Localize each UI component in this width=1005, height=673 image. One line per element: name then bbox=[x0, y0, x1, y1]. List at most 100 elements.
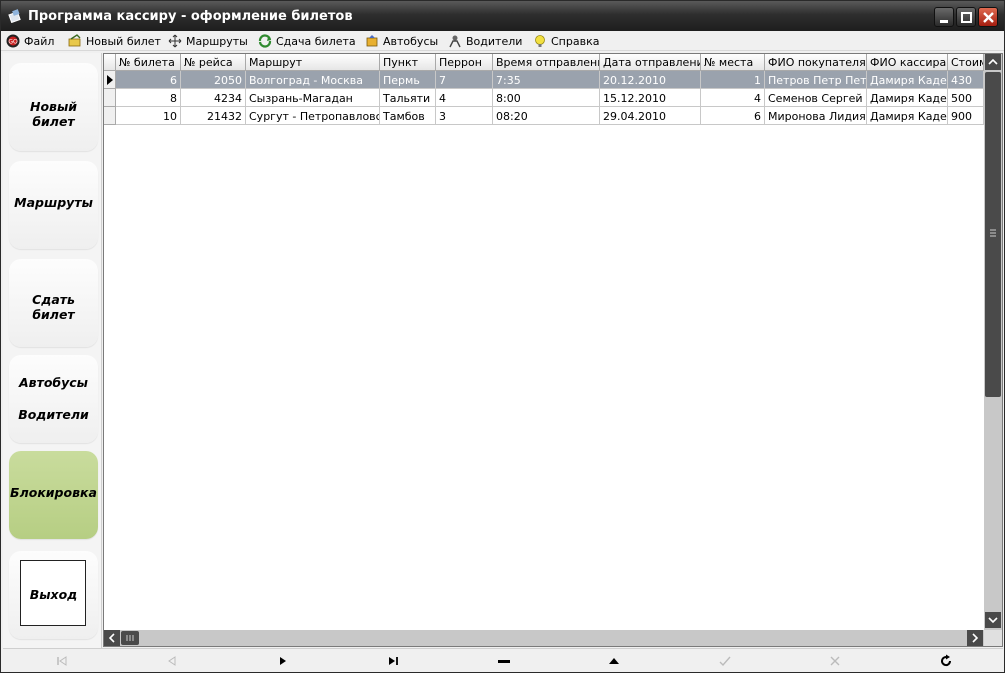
menu-buses[interactable]: Автобусы bbox=[365, 33, 438, 49]
menu-return-ticket[interactable]: Сдача билета bbox=[258, 33, 356, 49]
last-record-icon bbox=[389, 657, 398, 665]
table-cell[interactable]: Семенов Сергей В bbox=[765, 89, 867, 107]
nav-cancel-button[interactable] bbox=[823, 653, 847, 669]
table-cell[interactable]: 6 bbox=[116, 71, 181, 89]
table-cell[interactable]: 21432 bbox=[181, 107, 246, 125]
cancel-record-icon bbox=[830, 656, 840, 666]
sidebar-exit-button[interactable]: Выход bbox=[9, 551, 98, 639]
menu-routes[interactable]: Маршруты bbox=[168, 33, 248, 49]
table-cell[interactable]: Сызрань-Магадан bbox=[246, 89, 380, 107]
sidebar-lock-label: Блокировка bbox=[10, 485, 97, 500]
table-cell[interactable]: 500 bbox=[948, 89, 984, 107]
table-row[interactable]: 6 2050 Волгоград - Москва Пермь 7 7:35 2… bbox=[104, 71, 984, 89]
table-cell[interactable]: Волгоград - Москва bbox=[246, 71, 380, 89]
menu-routes-label: Маршруты bbox=[186, 34, 248, 48]
column-header[interactable]: № рейса bbox=[181, 54, 246, 71]
table-cell[interactable]: 7 bbox=[436, 71, 493, 89]
table-cell[interactable]: 6 bbox=[701, 107, 765, 125]
table-cell[interactable]: Дамиря Кадер bbox=[867, 89, 948, 107]
sidebar-return-ticket-button[interactable]: Сдать билет bbox=[9, 259, 98, 347]
table-cell[interactable]: 430 bbox=[948, 71, 984, 89]
sidebar-routes-button[interactable]: Маршруты bbox=[9, 161, 98, 249]
menu-drivers[interactable]: Водители bbox=[448, 33, 522, 49]
scroll-down-button[interactable] bbox=[985, 612, 1001, 628]
menu-new-ticket[interactable]: Новый билет bbox=[68, 33, 161, 49]
table-row[interactable]: 10 21432 Сургут - Петропавловск Тамбов 3… bbox=[104, 107, 984, 125]
chevron-left-icon bbox=[108, 633, 115, 643]
nav-first-button[interactable] bbox=[50, 653, 74, 669]
table-cell[interactable]: Сургут - Петропавловск bbox=[246, 107, 380, 125]
table-cell[interactable]: 900 bbox=[948, 107, 984, 125]
table-cell[interactable]: Тамбов bbox=[380, 107, 436, 125]
minimize-button[interactable] bbox=[934, 7, 954, 27]
scroll-up-button[interactable] bbox=[985, 54, 1001, 70]
sidebar-lock-button[interactable]: Блокировка bbox=[9, 451, 98, 539]
scroll-right-button[interactable] bbox=[967, 630, 983, 646]
table-cell[interactable]: 4 bbox=[701, 89, 765, 107]
table-cell[interactable]: Тальяти bbox=[380, 89, 436, 107]
menu-help-label: Справка bbox=[551, 34, 600, 48]
column-header[interactable]: № места bbox=[701, 54, 765, 71]
table-cell[interactable]: 20.12.2010 bbox=[600, 71, 701, 89]
table-cell[interactable]: 7:35 bbox=[493, 71, 600, 89]
table-cell[interactable]: 3 bbox=[436, 107, 493, 125]
column-header[interactable]: Маршрут bbox=[246, 54, 380, 71]
table-cell[interactable]: 8:00 bbox=[493, 89, 600, 107]
sidebar-buses-drivers-button[interactable]: Автобусы Водители bbox=[9, 355, 98, 443]
menu-file[interactable]: GO Файл bbox=[6, 33, 54, 49]
return-ticket-icon bbox=[258, 34, 272, 48]
vertical-scroll-thumb[interactable] bbox=[985, 72, 1001, 397]
column-header[interactable]: Стоим bbox=[948, 54, 984, 71]
grip-icon bbox=[990, 229, 996, 237]
table-cell[interactable]: Петров Петр Петр bbox=[765, 71, 867, 89]
table-cell[interactable]: Пермь bbox=[380, 71, 436, 89]
nav-next-button[interactable] bbox=[271, 653, 295, 669]
menu-buses-label: Автобусы bbox=[383, 34, 439, 48]
vertical-scrollbar[interactable] bbox=[984, 54, 1002, 630]
nav-delete-button[interactable] bbox=[492, 653, 516, 669]
table-row[interactable]: 8 4234 Сызрань-Магадан Тальяти 4 8:00 15… bbox=[104, 89, 984, 107]
grip-icon bbox=[126, 635, 134, 641]
table-cell[interactable]: 4234 bbox=[181, 89, 246, 107]
sidebar-exit-label: Выход bbox=[29, 587, 78, 602]
table-cell[interactable]: Миронова Лидия А. bbox=[765, 107, 867, 125]
sidebar-new-ticket-button[interactable]: Новый билет bbox=[9, 63, 98, 151]
column-header[interactable]: ФИО кассира bbox=[867, 54, 948, 71]
maximize-button[interactable] bbox=[956, 7, 976, 27]
close-button[interactable] bbox=[978, 7, 998, 27]
current-row-arrow-icon bbox=[107, 75, 113, 85]
tickets-grid[interactable]: № билета № рейса Маршрут Пункт Перрон Вр… bbox=[103, 53, 1003, 647]
table-cell[interactable]: 4 bbox=[436, 89, 493, 107]
grid-header: № билета № рейса Маршрут Пункт Перрон Вр… bbox=[104, 54, 984, 71]
nav-edit-button[interactable] bbox=[602, 653, 626, 669]
first-record-icon bbox=[57, 656, 67, 666]
column-header[interactable]: № билета bbox=[116, 54, 181, 71]
sidebar-return-ticket-label: Сдать билет bbox=[32, 292, 75, 322]
nav-prior-button[interactable] bbox=[160, 653, 184, 669]
column-header[interactable]: ФИО покупателя bbox=[765, 54, 867, 71]
table-cell[interactable]: 2050 bbox=[181, 71, 246, 89]
table-cell[interactable]: 1 bbox=[701, 71, 765, 89]
column-header[interactable]: Пункт bbox=[380, 54, 436, 71]
nav-refresh-button[interactable] bbox=[934, 653, 958, 669]
prior-record-icon bbox=[168, 656, 176, 666]
post-record-icon bbox=[719, 656, 731, 667]
nav-post-button[interactable] bbox=[713, 653, 737, 669]
horizontal-scroll-thumb[interactable] bbox=[121, 631, 139, 645]
menu-new-ticket-label: Новый билет bbox=[86, 34, 161, 48]
horizontal-scrollbar[interactable] bbox=[104, 630, 984, 646]
menu-help[interactable]: Справка bbox=[533, 33, 599, 49]
table-cell[interactable]: 10 bbox=[116, 107, 181, 125]
column-header[interactable]: Дата отправления bbox=[600, 54, 701, 71]
table-cell[interactable]: 15.12.2010 bbox=[600, 89, 701, 107]
scroll-left-button[interactable] bbox=[104, 630, 120, 646]
column-header[interactable]: Перрон bbox=[436, 54, 493, 71]
table-cell[interactable]: Дамиря Кадер bbox=[867, 107, 948, 125]
column-header[interactable]: Время отправления bbox=[493, 54, 600, 71]
table-cell[interactable]: 8 bbox=[116, 89, 181, 107]
nav-last-button[interactable] bbox=[381, 653, 405, 669]
title-bar: Программа кассиру - оформление билетов bbox=[1, 1, 1004, 31]
table-cell[interactable]: Дамиря Кадер bbox=[867, 71, 948, 89]
table-cell[interactable]: 08:20 bbox=[493, 107, 600, 125]
table-cell[interactable]: 29.04.2010 bbox=[600, 107, 701, 125]
